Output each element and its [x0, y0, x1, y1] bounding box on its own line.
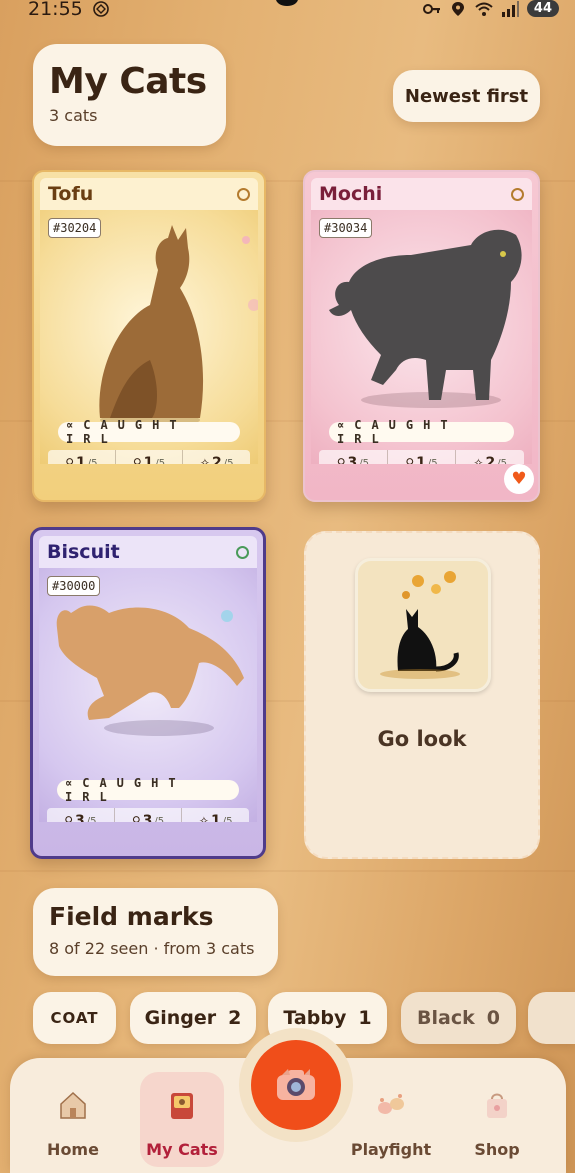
sort-button[interactable]: Newest first [393, 70, 540, 122]
caught-irl-badge: ∝CAUGHT IRL [58, 418, 240, 446]
speed-icon: ⚲ [405, 456, 415, 464]
wifi-icon [475, 2, 493, 16]
sparkle-icon: ✧ [473, 456, 484, 464]
stat-cell: ✧ 1/5 [182, 808, 249, 822]
sparkle-icon: ✧ [198, 814, 209, 822]
field-marks-card[interactable]: Field marks 8 of 22 seen · from 3 cats [33, 888, 278, 976]
stat-cell: ✧ 2/5 [456, 450, 524, 464]
cat-count: 3 cats [49, 106, 98, 125]
location-icon [451, 1, 464, 16]
nav-my-cats[interactable]: My Cats [137, 1088, 227, 1159]
stat-cell: ⚲ 1/5 [388, 450, 457, 464]
field-marks-summary: 8 of 22 seen · from 3 cats [49, 939, 255, 958]
claw-icon: ⚲ [64, 814, 73, 822]
cat-book-icon [171, 1093, 193, 1119]
stat-cell: ⚲ 3/5 [319, 450, 388, 464]
stat-cell: ⚲ 1/5 [48, 450, 116, 464]
camera-button-ring [239, 1028, 353, 1142]
nav-playfight[interactable]: Playfight [346, 1088, 436, 1159]
battery-level: 44 [526, 0, 559, 17]
field-marks-title: Field marks [49, 902, 214, 931]
speed-icon: ⚲ [131, 814, 141, 822]
camera-cutout [276, 0, 298, 6]
house-icon [60, 1091, 86, 1119]
nav-home[interactable]: Home [28, 1088, 118, 1159]
caught-irl-badge: ∝CAUGHT IRL [57, 776, 239, 804]
sparkle-icon: ✧ [199, 456, 210, 464]
claw-icon: ⚲ [65, 456, 74, 464]
stat-cell: ⚲ 3/5 [47, 808, 115, 822]
cat-name: Mochi [319, 183, 383, 205]
speed-icon: ⚲ [132, 456, 142, 464]
rarity-icon [236, 545, 249, 559]
stat-cell: ⚲ 3/5 [115, 808, 183, 822]
camera-capture-button[interactable] [251, 1040, 341, 1130]
page-header: My Cats 3 cats [33, 44, 226, 146]
status-time: 21:55 [28, 0, 83, 20]
cat-name: Tofu [48, 183, 94, 205]
nav-shop[interactable]: Shop [452, 1088, 542, 1159]
camera-icon [277, 1069, 315, 1100]
black-cat-silhouette-image [355, 558, 491, 692]
stat-cell: ⚲ 1/5 [116, 450, 184, 464]
chip-next-partial[interactable] [528, 992, 575, 1044]
key-icon [422, 3, 440, 14]
status-bar: 21:55 44 [0, 0, 575, 20]
signal-icon [501, 0, 519, 17]
rarity-icon [511, 187, 524, 201]
claw-icon: ⚲ [336, 456, 346, 464]
stat-row: ⚲ 3/5 ⚲ 1/5 ✧ 2/5 [319, 450, 524, 464]
favorite-heart-icon[interactable]: ♥ [504, 464, 534, 494]
chip-black[interactable]: Black 0 [401, 992, 516, 1044]
stat-row: ⚲ 3/5 ⚲ 3/5 ✧ 1/5 [47, 808, 249, 822]
stat-row: ⚲ 1/5 ⚲ 1/5 ✧ 2/5 [48, 450, 250, 464]
cat-card-biscuit[interactable]: Biscuit #30000 ∝CAUGHT IRL ⚲ 3/5 ⚲ 3/5 ✧ 1/… [30, 527, 266, 859]
shopping-bag-icon [487, 1093, 507, 1118]
rarity-icon [237, 187, 250, 201]
chip-coat-category[interactable]: COAT [33, 992, 116, 1044]
openai-icon [93, 1, 109, 17]
cat-name: Biscuit [47, 541, 120, 563]
go-look-label: Go look [377, 727, 467, 751]
bottom-nav: Home My Cats Playfight Shop [10, 1028, 566, 1173]
chip-ginger[interactable]: Ginger 2 [130, 992, 256, 1044]
cat-card-tofu[interactable]: Tofu #30204 ∝CAUGHT IRL ⚲ 1/5 ⚲ 1/5 ✧ 2/5 [32, 170, 266, 502]
paws-icon [378, 1094, 404, 1114]
cat-card-mochi[interactable]: Mochi #30034 ∝CAUGHT IRL ⚲ 3/5 ⚲ 1/5 ✧ 2/5 … [303, 170, 540, 502]
page-title: My Cats [49, 61, 207, 102]
caught-irl-badge: ∝CAUGHT IRL [329, 418, 514, 446]
go-look-card[interactable]: Go look [304, 531, 540, 859]
stat-cell: ✧ 2/5 [183, 450, 250, 464]
